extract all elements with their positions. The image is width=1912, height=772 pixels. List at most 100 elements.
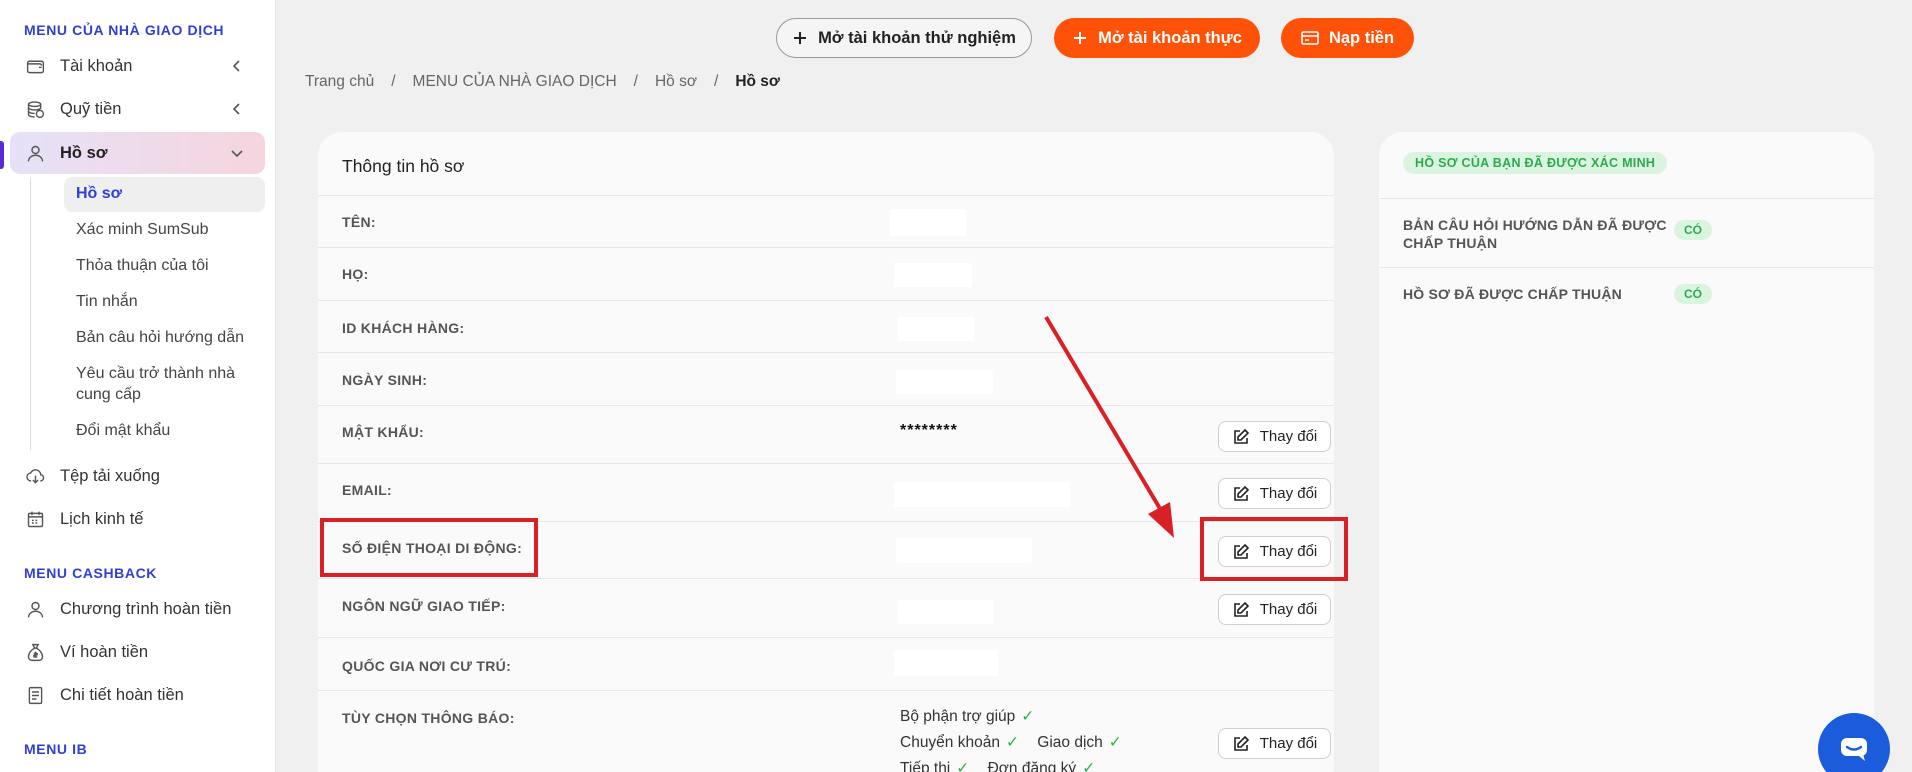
sidebar-item-cashback-wallet[interactable]: Ví hoàn tiền bbox=[10, 631, 265, 673]
password-value: ******** bbox=[900, 422, 958, 439]
annotation-box-change-button bbox=[1200, 517, 1348, 581]
document-icon bbox=[24, 684, 46, 706]
card-title: Thông tin hồ sơ bbox=[342, 156, 465, 176]
notification-row: Chuyển khoản ✓ Giao dịch ✓ bbox=[900, 734, 1122, 751]
change-password-button[interactable]: Thay đổi bbox=[1218, 421, 1331, 452]
redacted-phone bbox=[896, 538, 1032, 563]
sidebar-item-downloads[interactable]: Tệp tải xuống bbox=[10, 455, 265, 497]
user-icon bbox=[24, 598, 46, 620]
check-icon: ✓ bbox=[956, 760, 970, 772]
breadcrumb-home[interactable]: Trang chủ bbox=[305, 73, 374, 91]
chevron-down-icon bbox=[231, 150, 243, 158]
sidebar-item-cashback-details[interactable]: Chi tiết hoàn tiền bbox=[10, 674, 265, 716]
sidebar-item-accounts[interactable]: Tài khoản bbox=[10, 45, 265, 87]
submenu-item-agreements[interactable]: Thỏa thuận của tôi bbox=[64, 249, 265, 284]
label-email: EMAIL: bbox=[342, 482, 393, 498]
verified-badge: HỒ SƠ CỦA BẠN ĐÃ ĐƯỢC XÁC MINH bbox=[1403, 152, 1668, 174]
button-label: Thay đổi bbox=[1259, 601, 1318, 618]
open-demo-account-button[interactable]: Mở tài khoản thử nghiệm bbox=[776, 18, 1032, 58]
check-icon: ✓ bbox=[1082, 760, 1096, 772]
change-language-button[interactable]: Thay đổi bbox=[1218, 594, 1331, 625]
row-divider bbox=[318, 405, 1334, 406]
money-bag-icon bbox=[24, 641, 46, 663]
open-real-account-button[interactable]: Mở tài khoản thực bbox=[1054, 18, 1260, 58]
breadcrumb-parent[interactable]: Hồ sơ bbox=[655, 73, 697, 91]
button-label: Thay đổi bbox=[1259, 735, 1318, 752]
questionnaire-approved-badge: CÓ bbox=[1674, 220, 1712, 240]
button-label: Mở tài khoản thử nghiệm bbox=[818, 28, 1016, 47]
profile-approved-label: HỒ SƠ ĐÃ ĐƯỢC CHẤP THUẬN bbox=[1403, 286, 1622, 302]
section-title-trader: MENU CỦA NHÀ GIAO DỊCH bbox=[24, 22, 225, 38]
questionnaire-approved-label: BẢN CÂU HỎI HƯỚNG DẪN ĐÃ ĐƯỢC CHẤP THUẬN bbox=[1403, 217, 1667, 252]
row-divider bbox=[318, 195, 1334, 196]
row-divider bbox=[318, 352, 1334, 353]
sidebar-item-label: Chi tiết hoàn tiền bbox=[60, 685, 184, 704]
profile-info-card: Thông tin hồ sơ TÊN: HỌ: ID KHÁCH HÀNG: … bbox=[318, 132, 1334, 772]
check-icon: ✓ bbox=[1108, 734, 1122, 751]
submenu-item-change-password[interactable]: Đổi mật khẩu bbox=[64, 414, 265, 449]
redacted-language bbox=[898, 600, 994, 624]
row-divider bbox=[1379, 198, 1874, 199]
button-label: Mở tài khoản thực bbox=[1098, 28, 1242, 47]
change-notifications-button[interactable]: Thay đổi bbox=[1218, 728, 1331, 759]
notification-support: Bộ phận trợ giúp ✓ bbox=[900, 708, 1035, 725]
row-divider bbox=[318, 637, 1334, 638]
button-label: Thay đổi bbox=[1259, 485, 1318, 502]
label-last-name: HỌ: bbox=[342, 266, 369, 282]
edit-icon bbox=[1233, 485, 1249, 501]
sidebar-item-profile[interactable]: Hồ sơ bbox=[10, 132, 265, 174]
deposit-button[interactable]: Nạp tiền bbox=[1281, 18, 1414, 58]
chevron-left-icon bbox=[232, 60, 240, 72]
redacted-first-name bbox=[890, 209, 966, 236]
plus-icon bbox=[792, 30, 808, 46]
sidebar-item-cashback-program[interactable]: Chương trình hoàn tiền bbox=[10, 588, 265, 630]
section-title-cashback: MENU CASHBACK bbox=[24, 565, 158, 581]
chat-button[interactable] bbox=[1818, 713, 1890, 772]
notification-row: Tiếp thị ✓ Đơn đăng ký ✓ bbox=[900, 759, 1095, 772]
submenu-item-sumsub[interactable]: Xác minh SumSub bbox=[64, 213, 265, 248]
sidebar-item-funds[interactable]: Quỹ tiền bbox=[10, 88, 265, 130]
sidebar-item-calendar[interactable]: Lịch kinh tế bbox=[10, 498, 265, 540]
edit-icon bbox=[1233, 428, 1249, 444]
breadcrumb-current: Hồ sơ bbox=[735, 73, 780, 90]
row-divider bbox=[318, 300, 1334, 301]
breadcrumb-section[interactable]: MENU CỦA NHÀ GIAO DỊCH bbox=[413, 73, 617, 91]
change-email-button[interactable]: Thay đổi bbox=[1218, 478, 1331, 509]
user-icon bbox=[24, 142, 46, 164]
check-icon: ✓ bbox=[1005, 734, 1019, 751]
card-icon bbox=[1301, 31, 1319, 45]
sidebar-item-label: Tệp tải xuống bbox=[60, 466, 160, 485]
breadcrumb-separator: / bbox=[714, 73, 719, 90]
redacted-last-name bbox=[894, 263, 972, 287]
button-label: Thay đổi bbox=[1259, 428, 1318, 445]
annotation-box-phone-label bbox=[320, 518, 538, 577]
chevron-left-icon bbox=[232, 103, 240, 115]
label-client-id: ID KHÁCH HÀNG: bbox=[342, 320, 465, 336]
submenu-item-messages[interactable]: Tin nhắn bbox=[64, 285, 265, 320]
label-language: NGÔN NGỮ GIAO TIẾP: bbox=[342, 598, 506, 614]
label-password: MẬT KHẨU: bbox=[342, 424, 425, 440]
row-divider bbox=[1379, 267, 1874, 268]
submenu-item-questionnaire[interactable]: Bản câu hỏi hướng dẫn bbox=[64, 321, 265, 356]
redacted-birth-date bbox=[896, 370, 993, 394]
redacted-client-id bbox=[898, 317, 974, 341]
button-label: Nạp tiền bbox=[1328, 28, 1395, 47]
sidebar: MENU CỦA NHÀ GIAO DỊCH Tài khoản Quỹ tiề… bbox=[0, 0, 276, 772]
sidebar-item-label: Hồ sơ bbox=[60, 143, 108, 162]
submenu-line bbox=[30, 178, 31, 450]
submenu-item-provider-request[interactable]: Yêu cầu trở thành nhà cung cấp bbox=[64, 357, 265, 413]
breadcrumb-separator: / bbox=[391, 73, 396, 90]
calendar-icon bbox=[24, 508, 46, 530]
sidebar-item-label: Chương trình hoàn tiền bbox=[60, 599, 232, 618]
wallet-icon bbox=[24, 55, 46, 77]
redacted-country bbox=[894, 650, 998, 676]
sidebar-item-label: Tài khoản bbox=[60, 56, 133, 75]
chat-icon bbox=[1841, 738, 1867, 761]
label-country: QUỐC GIA NƠI CƯ TRÚ: bbox=[342, 658, 512, 674]
submenu-item-profile[interactable]: Hồ sơ bbox=[64, 177, 265, 212]
label-first-name: TÊN: bbox=[342, 214, 376, 230]
label-notifications: TÙY CHỌN THÔNG BÁO: bbox=[342, 710, 515, 726]
active-indicator bbox=[0, 141, 4, 169]
label-birth-date: NGÀY SINH: bbox=[342, 372, 428, 388]
redacted-email bbox=[894, 482, 1070, 507]
